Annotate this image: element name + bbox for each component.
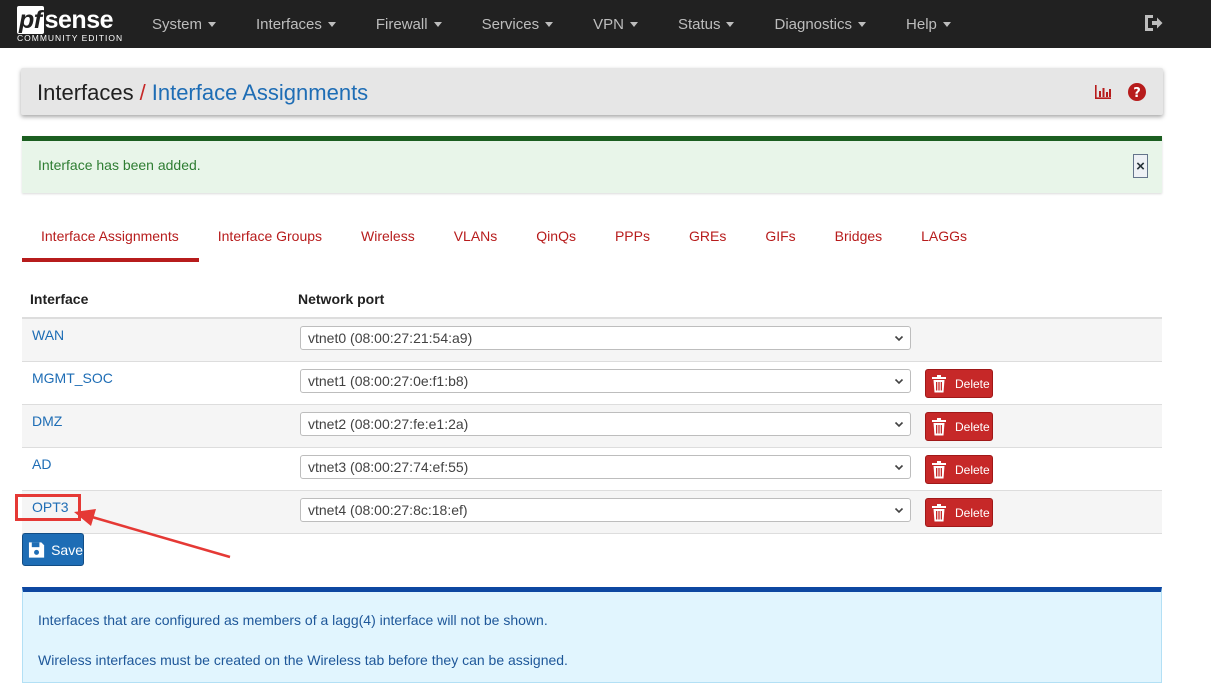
trash-icon bbox=[932, 503, 946, 521]
interface-link-opt3[interactable]: OPT3 bbox=[32, 499, 69, 515]
tab-interface-groups[interactable]: Interface Groups bbox=[199, 216, 342, 262]
success-message: Interface has been added. bbox=[38, 157, 201, 173]
top-navbar: pf sense COMMUNITY EDITION System Interfa… bbox=[0, 0, 1211, 48]
interface-link-mgmt-soc[interactable]: MGMT_SOC bbox=[32, 370, 113, 386]
delete-button-ad[interactable]: Delete bbox=[925, 455, 993, 484]
menu-status[interactable]: Status bbox=[658, 0, 755, 48]
network-port-select-ad[interactable]: vtnet3 (08:00:27:74:ef:55) bbox=[300, 455, 911, 479]
tab-vlans[interactable]: VLANs bbox=[435, 216, 518, 262]
breadcrumb-actions: ? bbox=[1093, 82, 1147, 102]
logo-edition: COMMUNITY EDITION bbox=[17, 33, 124, 43]
tab-bar: Interface Assignments Interface Groups W… bbox=[22, 216, 1162, 262]
tab-qinqs[interactable]: QinQs bbox=[517, 216, 596, 262]
network-port-select-mgmt-soc[interactable]: vtnet1 (08:00:27:0e:f1:b8) bbox=[300, 369, 911, 393]
network-port-select-opt3[interactable]: vtnet4 (08:00:27:8c:18:ef) bbox=[300, 498, 911, 522]
chevron-down-icon bbox=[894, 378, 904, 385]
trash-icon bbox=[932, 460, 946, 478]
breadcrumb-separator: / bbox=[139, 80, 146, 105]
tab-gifs[interactable]: GIFs bbox=[746, 216, 815, 262]
tab-bridges[interactable]: Bridges bbox=[816, 216, 902, 262]
chevron-down-icon bbox=[894, 464, 904, 471]
caret-down-icon bbox=[433, 21, 442, 27]
bar-chart-icon[interactable] bbox=[1093, 82, 1113, 102]
info-line-lagg: Interfaces that are configured as member… bbox=[38, 612, 548, 628]
assignments-table: Interface Network port WAN vtnet0 (08:00… bbox=[22, 280, 1162, 534]
caret-down-icon bbox=[545, 21, 554, 27]
breadcrumb-panel: Interfaces / Interface Assignments ? bbox=[21, 68, 1163, 115]
tab-gres[interactable]: GREs bbox=[670, 216, 746, 262]
menu-services[interactable]: Services bbox=[462, 0, 574, 48]
table-row: OPT3 vtnet4 (08:00:27:8c:18:ef) Delete bbox=[22, 491, 1162, 534]
caret-down-icon bbox=[726, 21, 735, 27]
info-line-wireless: Wireless interfaces must be created on t… bbox=[38, 652, 568, 668]
trash-icon bbox=[932, 374, 946, 392]
table-row: WAN vtnet0 (08:00:27:21:54:a9) bbox=[22, 319, 1162, 362]
menu-interfaces[interactable]: Interfaces bbox=[236, 0, 356, 48]
save-button[interactable]: Save bbox=[22, 533, 84, 566]
success-alert: Interface has been added. × bbox=[22, 136, 1162, 193]
caret-down-icon bbox=[629, 21, 638, 27]
breadcrumb-current[interactable]: Interface Assignments bbox=[152, 80, 368, 105]
table-row: MGMT_SOC vtnet1 (08:00:27:0e:f1:b8) Dele… bbox=[22, 362, 1162, 405]
delete-button-mgmt-soc[interactable]: Delete bbox=[925, 369, 993, 398]
tab-interface-assignments[interactable]: Interface Assignments bbox=[22, 216, 199, 262]
caret-down-icon bbox=[208, 21, 217, 27]
delete-button-opt3[interactable]: Delete bbox=[925, 498, 993, 527]
menu-system[interactable]: System bbox=[132, 0, 236, 48]
interface-link-dmz[interactable]: DMZ bbox=[32, 413, 62, 429]
caret-down-icon bbox=[858, 21, 867, 27]
logo-wordmark: pf sense bbox=[17, 6, 114, 34]
header-network-port: Network port bbox=[298, 291, 385, 307]
svg-text:?: ? bbox=[1133, 86, 1141, 101]
table-header: Interface Network port bbox=[22, 280, 1162, 319]
info-alert: Interfaces that are configured as member… bbox=[22, 587, 1162, 683]
header-interface: Interface bbox=[30, 291, 89, 307]
chevron-down-icon bbox=[894, 335, 904, 342]
menu-vpn[interactable]: VPN bbox=[573, 0, 658, 48]
pfsense-logo[interactable]: pf sense COMMUNITY EDITION bbox=[17, 4, 125, 44]
save-floppy-icon bbox=[28, 541, 45, 558]
menu-help[interactable]: Help bbox=[886, 0, 971, 48]
menu-firewall[interactable]: Firewall bbox=[356, 0, 462, 48]
close-alert-button[interactable]: × bbox=[1133, 154, 1148, 178]
caret-down-icon bbox=[942, 21, 951, 27]
table-row: DMZ vtnet2 (08:00:27:fe:e1:2a) Delete bbox=[22, 405, 1162, 448]
sign-out-icon[interactable] bbox=[1142, 12, 1164, 34]
caret-down-icon bbox=[327, 21, 336, 27]
breadcrumb-root: Interfaces bbox=[37, 80, 134, 105]
help-question-icon[interactable]: ? bbox=[1127, 82, 1147, 102]
table-row: AD vtnet3 (08:00:27:74:ef:55) Delete bbox=[22, 448, 1162, 491]
network-port-select-wan[interactable]: vtnet0 (08:00:27:21:54:a9) bbox=[300, 326, 911, 350]
interface-link-ad[interactable]: AD bbox=[32, 456, 51, 472]
trash-icon bbox=[932, 417, 946, 435]
chevron-down-icon bbox=[894, 507, 904, 514]
tab-laggs[interactable]: LAGGs bbox=[902, 216, 987, 262]
breadcrumb: Interfaces / Interface Assignments bbox=[37, 80, 368, 106]
network-port-select-dmz[interactable]: vtnet2 (08:00:27:fe:e1:2a) bbox=[300, 412, 911, 436]
chevron-down-icon bbox=[894, 421, 904, 428]
delete-button-dmz[interactable]: Delete bbox=[925, 412, 993, 441]
main-menu: System Interfaces Firewall Services VPN … bbox=[132, 0, 971, 48]
tab-ppps[interactable]: PPPs bbox=[596, 216, 670, 262]
interface-link-wan[interactable]: WAN bbox=[32, 327, 64, 343]
menu-diagnostics[interactable]: Diagnostics bbox=[754, 0, 886, 48]
tab-wireless[interactable]: Wireless bbox=[342, 216, 435, 262]
